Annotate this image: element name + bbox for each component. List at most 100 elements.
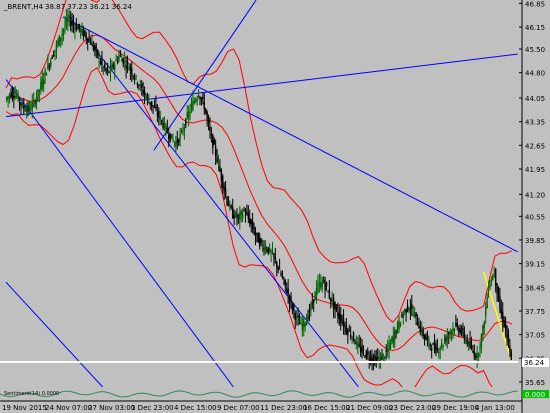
price-box: 36.24 xyxy=(522,358,549,367)
candle-body xyxy=(430,348,433,351)
candle-body xyxy=(496,283,498,295)
candle-body xyxy=(193,101,196,104)
candle-body xyxy=(311,302,314,304)
candle-body xyxy=(389,341,392,350)
candle-body xyxy=(150,101,153,107)
candle-body xyxy=(398,319,400,330)
candle-body xyxy=(483,321,485,329)
candle-body xyxy=(187,111,190,118)
x-tick-label: 21 Dec 09:00 xyxy=(346,404,393,412)
candle-body xyxy=(139,84,142,87)
candle-body xyxy=(310,303,312,311)
indicator-value-box: 0.000 xyxy=(522,390,549,399)
candle-body xyxy=(229,204,231,207)
candle-body xyxy=(467,341,470,346)
candle-body xyxy=(362,349,365,351)
candle-body xyxy=(122,58,124,65)
candle-body xyxy=(338,313,341,320)
candle-body xyxy=(460,330,463,333)
candle-body xyxy=(77,27,79,30)
candle-body xyxy=(355,340,358,345)
y-tick-label: 38.45 xyxy=(525,284,545,292)
candle-body xyxy=(463,332,466,339)
price-chart[interactable]: _BRENT,H4 38.87 37.23 36.21 36.24 Sentim… xyxy=(0,0,550,413)
candle-body xyxy=(477,353,480,357)
candle-body xyxy=(185,121,187,126)
candle-body xyxy=(197,96,200,98)
y-tick-label: 42.65 xyxy=(525,142,545,150)
candle-body xyxy=(297,315,299,318)
candle-body xyxy=(183,127,186,131)
candle-body xyxy=(479,346,481,350)
candle-body xyxy=(17,94,19,100)
candle-body xyxy=(358,344,360,346)
candle-body xyxy=(189,111,191,113)
candle-body xyxy=(15,95,18,97)
candle-body xyxy=(217,162,220,164)
candle-body xyxy=(98,57,100,59)
candle-body xyxy=(177,139,180,143)
chart-window[interactable]: _BRENT,H4 38.87 37.23 36.21 36.24 Sentim… xyxy=(0,0,550,413)
candle-body xyxy=(82,29,85,37)
candle-body xyxy=(131,68,133,75)
candle-body xyxy=(57,41,59,44)
candle-body xyxy=(378,357,380,360)
candle-body xyxy=(99,61,102,64)
candle-body xyxy=(173,142,176,144)
candle-body xyxy=(214,146,217,156)
candle-body xyxy=(210,134,213,136)
candle-body xyxy=(428,339,430,343)
candle-body xyxy=(421,328,423,333)
y-tick-label: 35.65 xyxy=(525,379,545,387)
candle-body xyxy=(21,103,24,107)
candle-body xyxy=(351,337,353,339)
candle-body xyxy=(146,94,149,99)
candle-body xyxy=(243,209,245,211)
y-axis: 46.85 46.15 45.50 44.80 44.05 43.35 42.65 41.95… xyxy=(519,0,545,413)
candle-body xyxy=(7,96,9,99)
candle-body xyxy=(25,109,28,112)
candle-body xyxy=(104,63,106,69)
candle-body xyxy=(364,356,366,358)
candle-body xyxy=(111,64,113,70)
candle-body xyxy=(342,318,345,328)
candle-body xyxy=(487,289,490,293)
candle-body xyxy=(374,355,376,359)
candle-body xyxy=(293,304,295,311)
svg-text:36.24: 36.24 xyxy=(524,359,545,367)
candle-body xyxy=(396,322,399,332)
candle-body xyxy=(71,20,73,25)
candle-body xyxy=(254,231,257,236)
candle-body xyxy=(290,295,292,301)
candle-body xyxy=(37,89,39,99)
candle-body xyxy=(304,323,306,327)
y-tick-label: 46.15 xyxy=(525,24,545,32)
candle-body xyxy=(278,268,281,270)
candle-body xyxy=(118,55,120,61)
candle-body xyxy=(286,289,288,293)
candle-body xyxy=(202,96,204,100)
candle-body xyxy=(190,104,193,108)
candle-body xyxy=(192,100,194,111)
candle-body xyxy=(48,65,51,67)
candle-body xyxy=(121,59,123,62)
candle-body xyxy=(108,71,110,73)
candle-body xyxy=(28,105,31,111)
candle-body xyxy=(257,233,259,243)
candle-body xyxy=(276,261,278,268)
candle-body xyxy=(132,75,134,77)
candle-body xyxy=(79,29,82,32)
indicator-pane xyxy=(0,387,522,401)
candle-body xyxy=(335,305,338,310)
candle-body xyxy=(260,238,262,243)
candle-body xyxy=(179,133,181,139)
candle-body xyxy=(60,37,62,42)
candle-body xyxy=(50,60,52,67)
candle-body xyxy=(506,326,508,339)
candle-body xyxy=(135,75,137,77)
candle-body xyxy=(415,312,417,317)
candle-body xyxy=(163,122,166,129)
candle-body xyxy=(301,323,304,331)
candle-body xyxy=(469,340,471,348)
candle-body xyxy=(6,97,8,100)
